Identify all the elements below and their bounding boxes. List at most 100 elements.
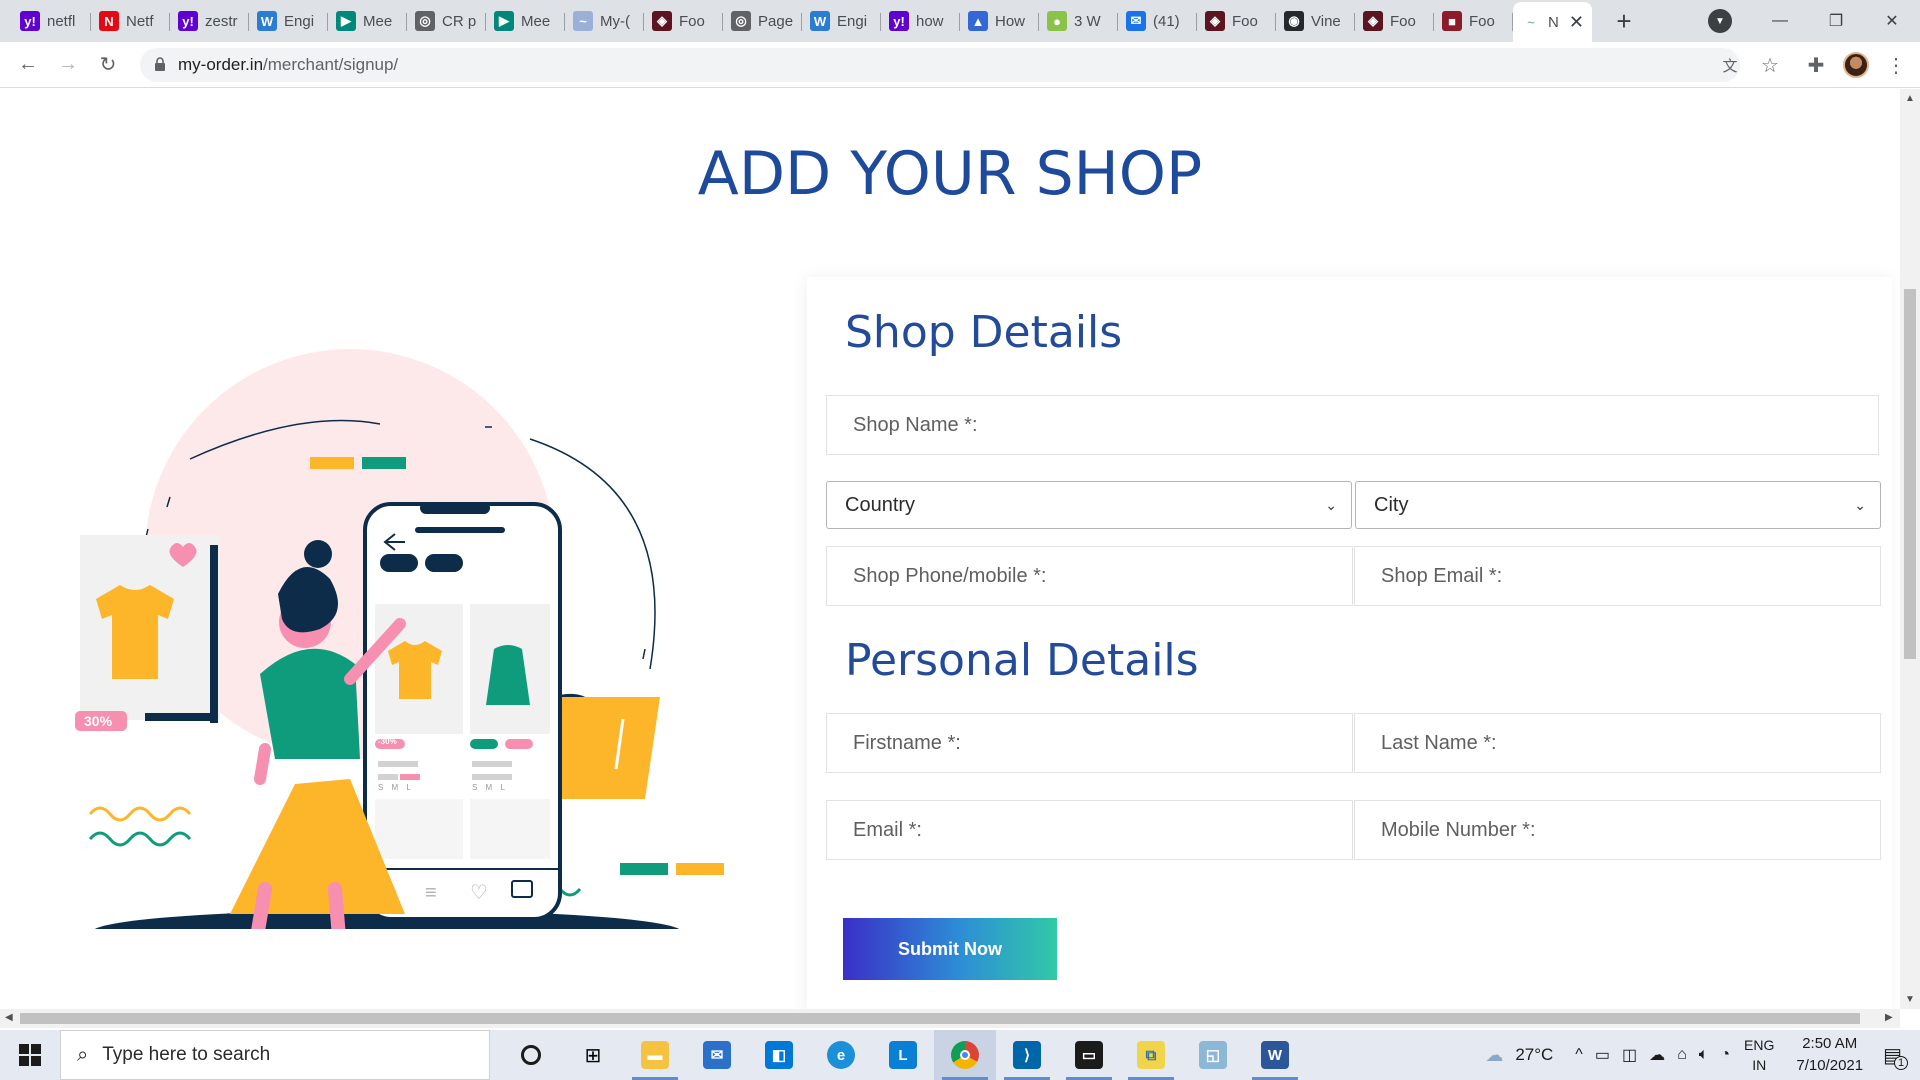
chrome-icon[interactable] — [934, 1030, 996, 1080]
tab-title: how — [916, 12, 944, 30]
battery-icon[interactable]: ▭ — [1589, 1045, 1616, 1065]
clock-time: 2:50 AM — [1802, 1035, 1858, 1052]
browser-tab[interactable]: y! how — [881, 5, 960, 37]
tab-title: Page — [758, 12, 794, 30]
scroll-left-icon[interactable]: ◀ — [5, 1012, 13, 1023]
page-title: ADD YOUR SHOP — [697, 139, 1203, 209]
browser-tab-active[interactable]: ~ N ✕ — [1513, 2, 1592, 42]
browser-tab[interactable]: ◈ Foo — [1197, 5, 1276, 37]
extensions-icon[interactable]: ✚ — [1796, 42, 1836, 88]
language-indicator[interactable]: ENG IN — [1736, 1035, 1782, 1075]
weather-temp[interactable]: 27°C — [1509, 1045, 1559, 1065]
browser-tab[interactable]: N Netf — [91, 5, 170, 37]
wifi-icon[interactable]: ◔ — [1714, 1046, 1736, 1064]
translate-icon[interactable]: ⽂ — [1710, 42, 1750, 88]
device-icon[interactable]: ◫ — [1616, 1045, 1643, 1065]
submit-button[interactable]: Submit Now — [843, 918, 1057, 980]
firstname-input[interactable]: Firstname *: — [826, 713, 1353, 773]
toolbar-actions: ⽂ ☆ ✚ ⋮ — [1710, 42, 1920, 88]
address-bar[interactable]: my-order.in/merchant/signup/ — [140, 48, 1740, 82]
browser-tab[interactable]: ◎ CR p — [407, 5, 486, 37]
terminal-icon[interactable]: ▭ — [1058, 1030, 1120, 1080]
horizontal-scroll-thumb[interactable] — [20, 1013, 1860, 1024]
tab-search-icon[interactable]: ▼ — [1708, 9, 1732, 33]
browser-tab[interactable]: y! netfl — [12, 5, 91, 37]
close-icon[interactable]: ✕ — [1864, 0, 1920, 42]
forward-icon[interactable]: → — [48, 47, 88, 83]
cortana-icon[interactable] — [500, 1030, 562, 1080]
shop-phone-placeholder: Shop Phone/mobile *: — [853, 564, 1047, 587]
page-viewport: ADD YOUR SHOP ≡ ♡ 30% -30% S M L S M L S… — [0, 89, 1900, 1009]
browser-tab[interactable]: ◉ Vine — [1276, 5, 1355, 37]
scroll-down-icon[interactable]: ▼ — [1905, 994, 1915, 1005]
back-icon[interactable]: ← — [8, 47, 48, 83]
chevron-up-icon[interactable]: ^ — [1569, 1046, 1589, 1064]
tab-title: 3 W — [1074, 12, 1101, 30]
taskbar-search-input[interactable]: ⌕ Type here to search — [60, 1030, 490, 1080]
clock[interactable]: 2:50 AM 7/10/2021 — [1782, 1033, 1877, 1077]
volume-icon[interactable]: 🔈︎ — [1693, 1046, 1715, 1064]
tab-title: Foo — [679, 12, 705, 30]
vertical-scrollbar[interactable]: ▲ ▼ — [1900, 89, 1920, 1009]
browser-tab[interactable]: ▶ Mee — [328, 5, 407, 37]
browser-tab[interactable]: W Engi — [802, 5, 881, 37]
city-select[interactable]: City ⌄ — [1355, 481, 1881, 529]
browser-tab[interactable]: ● 3 W — [1039, 5, 1118, 37]
browser-tab[interactable]: ▶ Mee — [486, 5, 565, 37]
app-l-icon[interactable]: L — [872, 1030, 934, 1080]
notification-icon[interactable]: ▤ 1 — [1877, 1043, 1908, 1070]
lastname-input[interactable]: Last Name *: — [1354, 713, 1881, 773]
lock-icon — [154, 56, 166, 74]
shop-name-input[interactable]: Shop Name *: — [826, 395, 1879, 455]
tab-title: Mee — [521, 12, 551, 30]
shop-email-input[interactable]: Shop Email *: — [1354, 546, 1881, 606]
bookmark-icon: ▲ — [968, 11, 988, 31]
browser-tab[interactable]: ~ My-( — [565, 5, 644, 37]
chevron-down-icon: ⌄ — [1854, 496, 1866, 513]
shop-details-heading: Shop Details — [845, 307, 1123, 358]
menu-icon[interactable]: ⋮ — [1876, 42, 1916, 88]
browser-tab[interactable]: ■ Foo — [1434, 5, 1513, 37]
country-select[interactable]: Country ⌄ — [826, 481, 1352, 529]
reload-icon[interactable]: ↻ — [88, 47, 128, 83]
yahoo-icon: y! — [178, 11, 198, 31]
shop-phone-input[interactable]: Shop Phone/mobile *: — [826, 546, 1353, 606]
browser-tab[interactable]: ◈ Foo — [1355, 5, 1434, 37]
mail-app-icon[interactable]: ✉ — [686, 1030, 748, 1080]
windows-start-icon[interactable] — [0, 1030, 60, 1080]
github-icon: ◉ — [1284, 11, 1304, 31]
scroll-right-icon[interactable]: ▶ — [1885, 1012, 1893, 1023]
edge-icon[interactable]: e — [810, 1030, 872, 1080]
lastname-placeholder: Last Name *: — [1381, 731, 1497, 754]
profile-avatar[interactable] — [1836, 42, 1876, 88]
bookmark-star-icon[interactable]: ☆ — [1750, 42, 1790, 88]
mobile-input[interactable]: Mobile Number *: — [1354, 800, 1881, 860]
network-icon[interactable]: ⌂ — [1671, 1046, 1693, 1064]
word-icon[interactable]: W — [1244, 1030, 1306, 1080]
tab-close-icon[interactable]: ✕ — [1569, 12, 1584, 33]
file-explorer-icon[interactable]: ▬ — [624, 1030, 686, 1080]
store-app-icon[interactable]: ◧ — [748, 1030, 810, 1080]
python-icon[interactable]: ⧉ — [1120, 1030, 1182, 1080]
browser-tab[interactable]: W Engi — [249, 5, 328, 37]
horizontal-scrollbar[interactable]: ◀ ▶ — [0, 1009, 1900, 1028]
tab-title: Mee — [363, 12, 393, 30]
avatar — [1843, 52, 1869, 78]
scroll-up-icon[interactable]: ▲ — [1905, 93, 1915, 104]
browser-tab[interactable]: y! zestr — [170, 5, 249, 37]
tab-title: Foo — [1390, 12, 1416, 30]
app-paper-icon[interactable]: ◱ — [1182, 1030, 1244, 1080]
minimize-icon[interactable]: — — [1752, 0, 1808, 42]
onedrive-icon[interactable]: ☁ — [1643, 1045, 1671, 1065]
vscode-icon[interactable]: ⟩ — [996, 1030, 1058, 1080]
new-tab-button[interactable]: + — [1604, 5, 1644, 37]
browser-tab[interactable]: ▲ How — [960, 5, 1039, 37]
weather-icon[interactable]: ☁ — [1479, 1045, 1509, 1066]
browser-tab[interactable]: ◈ Foo — [644, 5, 723, 37]
task-view-icon[interactable]: ⊞ — [562, 1030, 624, 1080]
browser-tab[interactable]: ◎ Page — [723, 5, 802, 37]
restore-icon[interactable]: ❐ — [1808, 0, 1864, 42]
browser-tab[interactable]: ✉ (41) — [1118, 5, 1197, 37]
vertical-scroll-thumb[interactable] — [1904, 289, 1916, 659]
email-input[interactable]: Email *: — [826, 800, 1353, 860]
